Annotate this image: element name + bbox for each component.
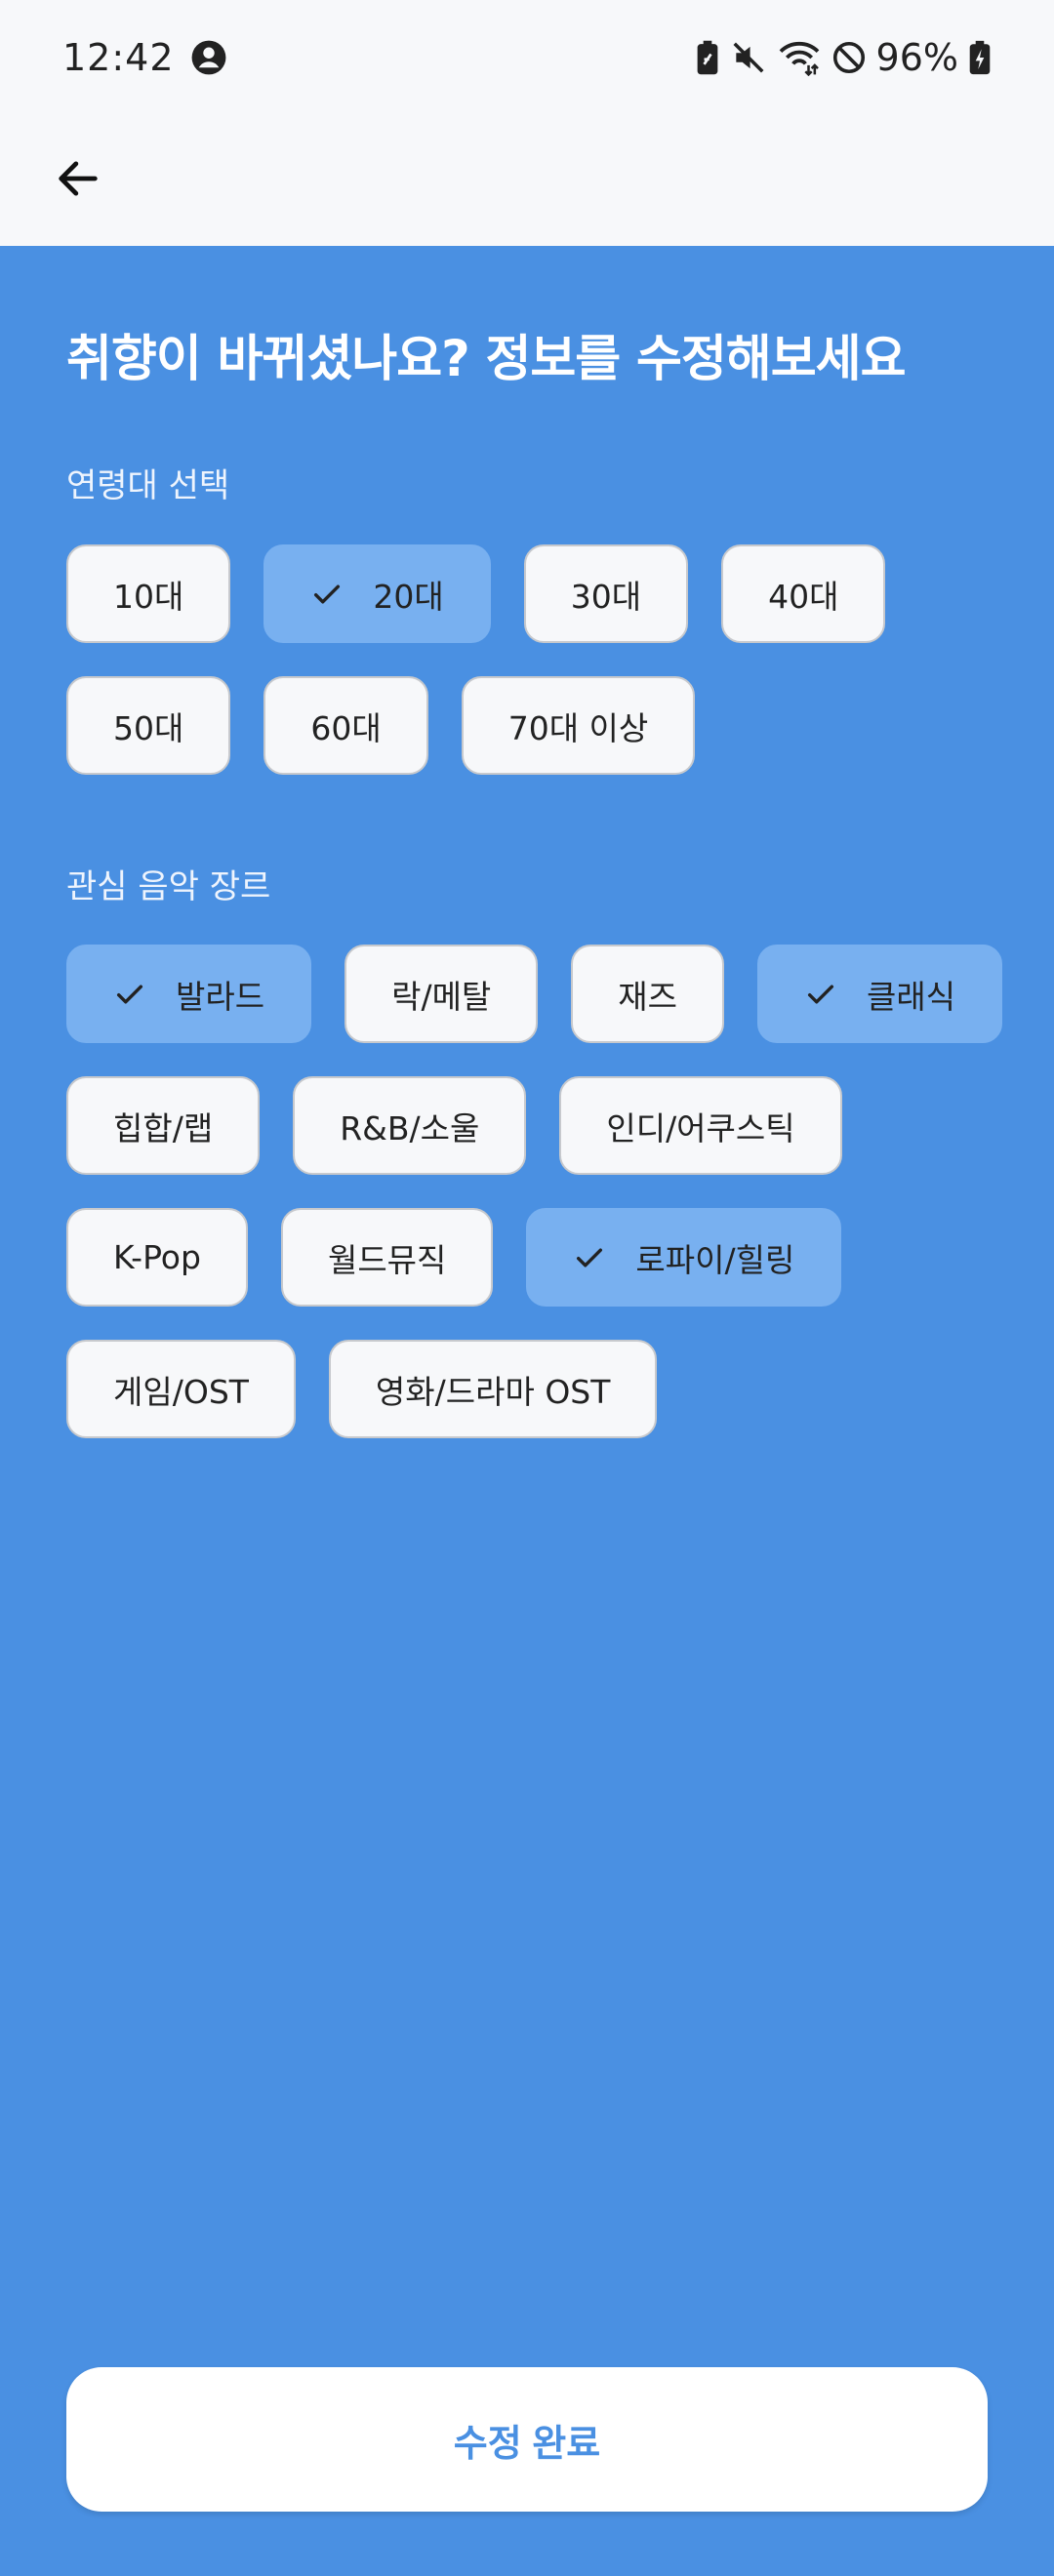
age-chip[interactable]: 20대 — [264, 544, 491, 643]
genre-chip[interactable]: R&B/소울 — [293, 1076, 527, 1175]
genre-chip[interactable]: 발라드 — [66, 945, 312, 1043]
genre-chip-label: 월드뮤직 — [327, 1240, 447, 1279]
age-chip-label: 70대 이상 — [507, 708, 649, 747]
genre-chip-label: 재즈 — [618, 977, 678, 1016]
age-chip-label: 50대 — [113, 708, 184, 747]
check-icon — [113, 978, 146, 1011]
genre-row: K-Pop 월드뮤직 로파이/힐링 — [66, 1208, 988, 1307]
age-chip-label: 30대 — [570, 577, 642, 616]
genre-chip[interactable]: 영화/드라마 OST — [328, 1340, 658, 1438]
age-chip[interactable]: 40대 — [721, 544, 886, 643]
check-icon — [573, 1241, 606, 1274]
age-chip[interactable]: 70대 이상 — [461, 676, 696, 775]
status-icons: 96% — [695, 36, 992, 79]
genre-chip-label: K-Pop — [113, 1238, 201, 1276]
check-icon — [804, 978, 837, 1011]
submit-button[interactable]: 수정 완료 — [66, 2367, 988, 2512]
age-chip-label: 60대 — [310, 708, 382, 747]
age-chip-label: 10대 — [113, 577, 184, 616]
genre-section-label: 관심 음악 장르 — [66, 867, 271, 906]
genre-chip-label: 클래식 — [867, 977, 956, 1016]
genre-chip-label: 영화/드라마 OST — [375, 1372, 611, 1411]
genre-row: 발라드 락/메탈 재즈 클래식 — [66, 945, 1003, 1043]
genre-chip[interactable]: 락/메탈 — [345, 945, 539, 1043]
genre-chip-label: 게임/OST — [113, 1372, 249, 1411]
app-bar — [0, 115, 1054, 246]
age-chip-group: 10대 20대 30대 40대 50대 60대 70대 이상 — [66, 544, 988, 808]
genre-chip[interactable]: 게임/OST — [66, 1340, 296, 1438]
genre-chip[interactable]: 클래식 — [757, 945, 1003, 1043]
muted-icon — [730, 39, 767, 76]
wifi-icon — [777, 39, 822, 76]
genre-chip[interactable]: 월드뮤직 — [280, 1208, 494, 1307]
check-icon — [310, 578, 344, 611]
age-row: 50대 60대 70대 이상 — [66, 676, 988, 775]
genre-chip-label: 로파이/힐링 — [635, 1240, 795, 1279]
battery-charging-icon — [968, 39, 992, 76]
genre-row: 힙합/랩 R&B/소울 인디/어쿠스틱 — [66, 1076, 988, 1175]
genre-row: 게임/OST 영화/드라마 OST — [66, 1340, 988, 1438]
status-bar: 12:42 96% — [0, 0, 1054, 115]
genre-chip-label: 발라드 — [176, 977, 265, 1016]
age-chip[interactable]: 60대 — [264, 676, 428, 775]
age-section-label: 연령대 선택 — [66, 466, 230, 505]
genre-chip[interactable]: 인디/어쿠스틱 — [559, 1076, 842, 1175]
age-row: 10대 20대 30대 40대 — [66, 544, 988, 643]
age-chip[interactable]: 50대 — [66, 676, 231, 775]
genre-chip[interactable]: 힙합/랩 — [66, 1076, 261, 1175]
battery-percent: 96% — [875, 36, 958, 79]
genre-chip[interactable]: 로파이/힐링 — [526, 1208, 842, 1307]
genre-chip-label: R&B/소울 — [340, 1108, 480, 1147]
genre-chip[interactable]: 재즈 — [571, 945, 725, 1043]
age-chip[interactable]: 30대 — [523, 544, 689, 643]
page-title: 취향이 바뀌셨나요? 정보를 수정해보세요 — [66, 331, 906, 388]
arrow-back-icon — [53, 153, 103, 208]
genre-chip-group: 발라드 락/메탈 재즈 클래식힙합/랩 R&B/소울 인디/어쿠스틱 K-Pop 월드뮤직 로파… — [66, 945, 1003, 1471]
age-chip-label: 40대 — [768, 577, 839, 616]
age-chip[interactable]: 10대 — [66, 544, 231, 643]
status-time: 12:42 — [62, 36, 175, 79]
genre-chip-label: 락/메탈 — [391, 977, 492, 1016]
age-chip-label: 20대 — [373, 577, 444, 616]
account-circle-icon — [190, 39, 227, 76]
genre-chip-label: 힙합/랩 — [113, 1108, 214, 1147]
back-button[interactable] — [51, 153, 105, 208]
genre-chip-label: 인디/어쿠스틱 — [606, 1108, 795, 1147]
do-not-disturb-icon — [831, 40, 867, 75]
genre-chip[interactable]: K-Pop — [66, 1208, 248, 1307]
battery-saver-icon — [695, 39, 720, 76]
